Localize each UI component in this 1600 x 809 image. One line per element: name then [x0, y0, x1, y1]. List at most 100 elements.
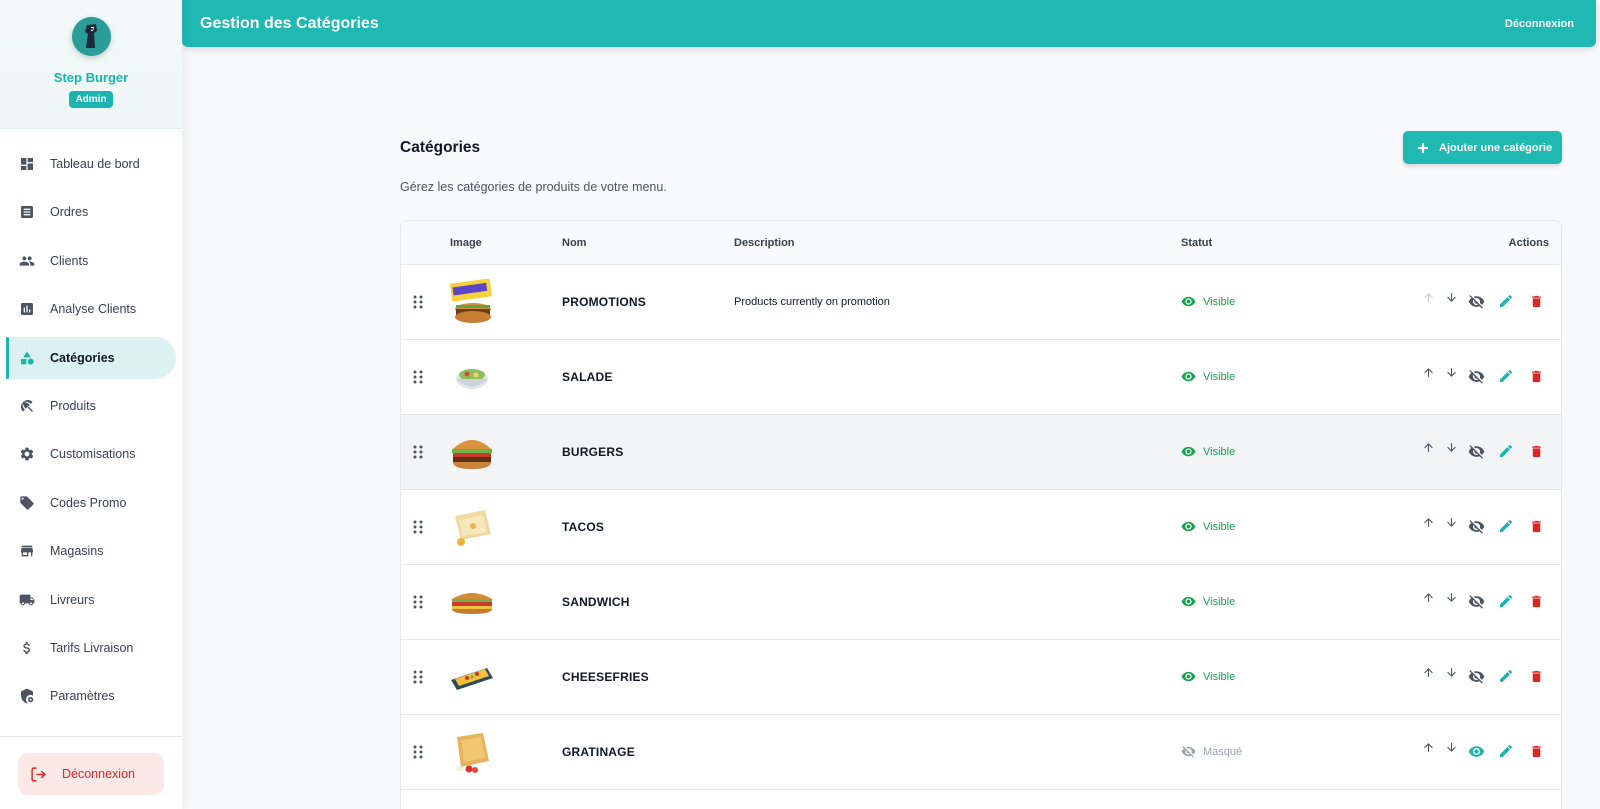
category-name: TACOS [562, 520, 605, 534]
column-header-image: Image [450, 237, 482, 249]
drag-handle-icon[interactable] [411, 295, 425, 309]
sidebar-logout-button[interactable]: Déconnexion [18, 753, 164, 795]
category-image [455, 510, 491, 546]
hide-toggle-button[interactable] [1466, 366, 1486, 386]
edit-button[interactable] [1496, 441, 1516, 461]
category-image [451, 668, 493, 690]
sidebar-item-categories[interactable]: Catégories [6, 336, 176, 379]
arrow-down-icon [1446, 592, 1456, 602]
edit-button[interactable] [1496, 591, 1516, 611]
show-toggle-button[interactable] [1466, 741, 1486, 761]
drag-handle-icon[interactable] [411, 745, 425, 759]
category-image [456, 369, 488, 389]
table-row[interactable]: BURGERS Visible [401, 415, 1561, 490]
sidebar-item-parametres[interactable]: Paramètres [6, 675, 176, 717]
edit-button[interactable] [1496, 741, 1516, 761]
drag-handle-icon[interactable] [411, 445, 425, 459]
move-down-button[interactable] [1441, 362, 1461, 382]
delete-button[interactable] [1526, 366, 1546, 386]
move-down-button[interactable] [1441, 287, 1461, 307]
edit-button[interactable] [1496, 666, 1516, 686]
status-badge: Visible [1181, 519, 1235, 534]
eye-icon [1468, 745, 1484, 757]
table-row[interactable]: CHEESEFRIES Visible [401, 640, 1561, 715]
sidebar: Step Burger Admin Tableau de bord Ordres… [0, 0, 182, 809]
drag-handle-icon[interactable] [411, 595, 425, 609]
move-down-button[interactable] [1441, 737, 1461, 757]
table-row[interactable]: SANDWICH Visible [401, 565, 1561, 640]
move-up-button[interactable] [1418, 587, 1438, 607]
delete-button[interactable] [1526, 666, 1546, 686]
move-up-button[interactable] [1418, 512, 1438, 532]
move-up-button[interactable] [1418, 362, 1438, 382]
delete-button[interactable] [1526, 291, 1546, 311]
move-up-button[interactable] [1418, 662, 1438, 682]
arrow-down-icon [1446, 667, 1456, 677]
category-image [456, 733, 489, 773]
table-row[interactable]: TACOS Visible [401, 490, 1561, 565]
move-up-button[interactable] [1418, 737, 1438, 757]
drag-handle-icon[interactable] [411, 520, 425, 534]
sidebar-item-ordres[interactable]: Ordres [6, 191, 176, 233]
sidebar-item-produits[interactable]: Produits [6, 385, 176, 427]
move-up-button[interactable] [1418, 287, 1438, 307]
arrow-up-icon [1423, 367, 1433, 377]
delete-button[interactable] [1526, 591, 1546, 611]
category-image [449, 279, 493, 323]
tag-icon [20, 496, 34, 510]
hide-toggle-button[interactable] [1466, 291, 1486, 311]
delete-button[interactable] [1526, 441, 1546, 461]
brand-name: Step Burger [53, 70, 129, 85]
sidebar-item-clients[interactable]: Clients [6, 240, 176, 282]
pencil-icon [1500, 744, 1513, 757]
edit-button[interactable] [1496, 291, 1516, 311]
arrow-down-icon [1446, 517, 1456, 527]
table-row[interactable]: PROMOTIONS Products currently on promoti… [401, 265, 1561, 340]
eye-icon [1181, 371, 1196, 382]
sidebar-item-label: Livreurs [50, 592, 95, 607]
sidebar-item-livreurs[interactable]: Livreurs [6, 579, 176, 621]
move-down-button[interactable] [1441, 512, 1461, 532]
add-category-label: Ajouter une catégorie [1439, 141, 1553, 154]
arrow-up-icon [1423, 442, 1433, 452]
hide-toggle-button[interactable] [1466, 441, 1486, 461]
move-down-button[interactable] [1441, 662, 1461, 682]
drag-handle-icon[interactable] [411, 370, 425, 384]
hide-toggle-button[interactable] [1466, 591, 1486, 611]
move-down-button[interactable] [1441, 437, 1461, 457]
sidebar-item-label: Analyse Clients [50, 302, 137, 317]
hide-toggle-button[interactable] [1466, 516, 1486, 536]
sidebar-item-tarifs-livraison[interactable]: Tarifs Livraison [6, 627, 176, 669]
arrow-up-icon [1423, 667, 1433, 677]
drag-handle-icon[interactable] [411, 670, 425, 684]
sidebar-item-tableau-de-bord[interactable]: Tableau de bord [6, 143, 176, 185]
delete-button[interactable] [1526, 741, 1546, 761]
edit-button[interactable] [1496, 366, 1516, 386]
status-badge: Masqué [1181, 744, 1242, 759]
header-logout-button[interactable]: Déconnexion [1505, 18, 1574, 30]
utensils-icon [21, 399, 33, 412]
sidebar-footer: Déconnexion [0, 736, 182, 795]
hide-toggle-button[interactable] [1466, 666, 1486, 686]
table-row[interactable]: SALADE Visible [401, 340, 1561, 415]
status-label: Masqué [1203, 745, 1243, 758]
category-name: BURGERS [562, 445, 624, 459]
analytics-icon [21, 303, 33, 316]
sidebar-item-label: Clients [50, 253, 89, 268]
add-category-button[interactable]: Ajouter une catégorie [1403, 131, 1562, 164]
sidebar-item-label: Tableau de bord [50, 157, 140, 171]
gear-icon [20, 447, 34, 461]
sidebar-item-analyse-clients[interactable]: Analyse Clients [6, 288, 176, 330]
move-up-button[interactable] [1418, 437, 1438, 457]
sidebar-item-codes-promo[interactable]: Codes Promo [6, 482, 176, 524]
edit-button[interactable] [1496, 516, 1516, 536]
sidebar-item-customisations[interactable]: Customisations [6, 433, 176, 475]
delete-button[interactable] [1526, 516, 1546, 536]
pencil-icon [1500, 294, 1513, 307]
column-header-status: Statut [1181, 237, 1213, 249]
move-down-button[interactable] [1441, 587, 1461, 607]
eye-off-icon [1468, 444, 1484, 459]
table-row[interactable]: GRATINAGE Masqué [401, 715, 1561, 790]
page-title: Catégories [400, 139, 481, 156]
sidebar-item-magasins[interactable]: Magasins [6, 530, 176, 572]
